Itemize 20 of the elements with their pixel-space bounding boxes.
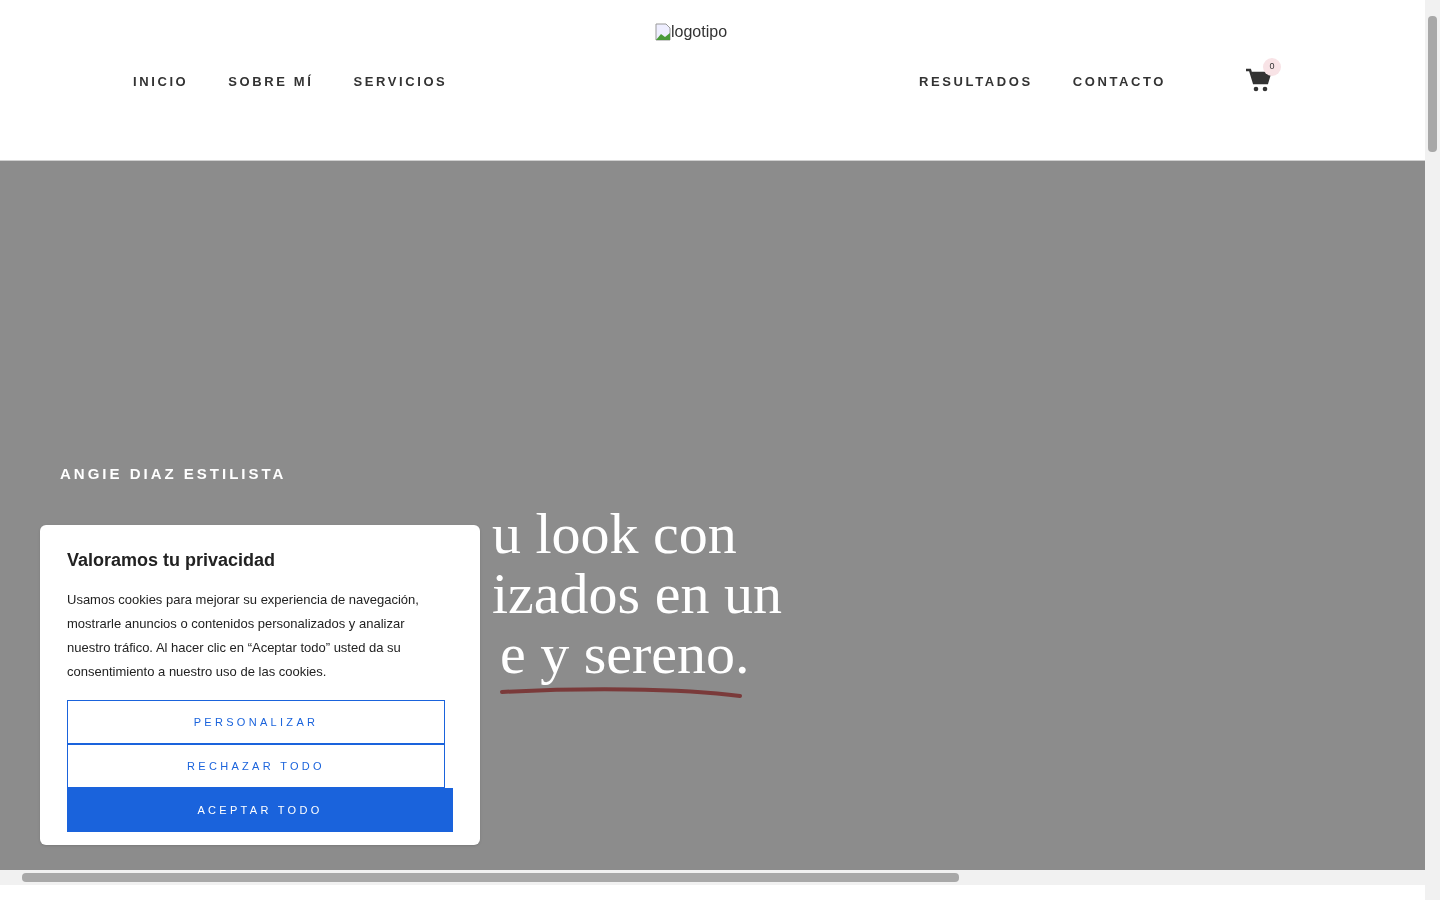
hero-headline: e y sereno. <box>500 624 750 683</box>
dialog-body: Usamos cookies para mejorar su experiencia de navegación, mostrarle anuncios o contenidos personalizados y analizar nuestro tráfico. Al hacer clic en “Aceptar todo” usted da su consentimiento a nuestro uso de las cookies. <box>67 591 420 681</box>
cookie-button[interactable]: PERSONALIZAR <box>67 700 445 744</box>
nav-link[interactable]: RESULTADOS <box>919 72 1033 92</box>
nav-link[interactable]: SOBRE MÍ <box>228 72 314 92</box>
vertical-scrollbar[interactable] <box>1425 0 1440 900</box>
cookie-button[interactable]: ACEPTAR TODO <box>67 788 453 832</box>
nav-link[interactable]: SERVICIOS <box>353 72 448 92</box>
logo-alt-text: logotipo <box>671 22 728 42</box>
horizontal-scrollbar[interactable] <box>0 870 1425 885</box>
nav-link[interactable]: CONTACTO <box>1072 72 1166 92</box>
hero-eyebrow: ANGIE DIAZ ESTILISTA <box>60 464 288 484</box>
nav-link[interactable]: INICIO <box>133 72 189 92</box>
hero-headline: izados en un <box>492 564 782 623</box>
hero-headline: u look con <box>492 504 737 563</box>
cart-count-badge: 0 <box>1263 58 1281 76</box>
dialog-title: Valoramos tu privacidad <box>67 549 277 572</box>
cookie-button[interactable]: RECHAZAR TODO <box>67 744 445 788</box>
broken-image-icon <box>655 23 671 41</box>
cart-icon[interactable] <box>1246 68 1272 92</box>
